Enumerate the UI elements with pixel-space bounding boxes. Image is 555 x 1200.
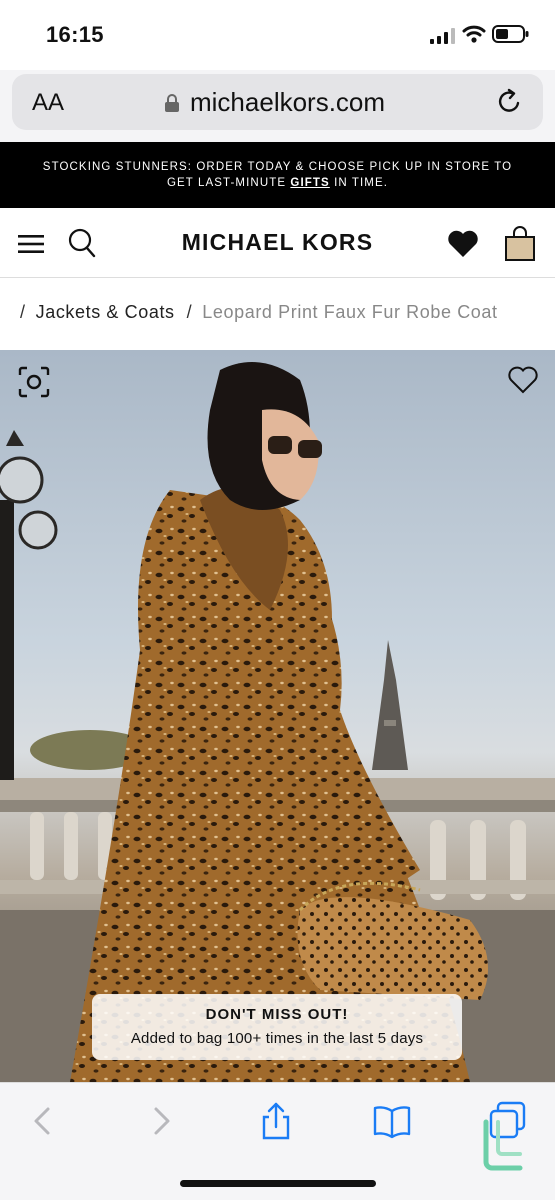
product-photo (0, 362, 555, 1082)
promo-line-2-end: IN TIME. (329, 177, 389, 189)
promo-line-2: GET LAST-MINUTE GIFTS IN TIME. (0, 175, 555, 191)
breadcrumb-separator: / (186, 302, 193, 322)
breadcrumb-item-current: Leopard Print Faux Fur Robe Coat (202, 302, 498, 322)
text-size-button[interactable]: AA (32, 89, 64, 117)
popularity-toast: DON'T MISS OUT! Added to bag 100+ times … (92, 994, 462, 1060)
heart-outline-icon[interactable] (508, 366, 538, 394)
app-watermark-icon (483, 1119, 523, 1171)
breadcrumb: / Jackets & Coats / Leopard Print Faux Fur … (0, 278, 555, 348)
book-icon[interactable] (372, 1101, 412, 1141)
url-domain[interactable]: michaelkors.com (190, 87, 385, 118)
heart-icon[interactable] (447, 230, 479, 258)
shopping-bag-icon[interactable] (504, 226, 536, 262)
battery-icon (492, 25, 529, 43)
toast-message: Added to bag 100+ times in the last 5 da… (130, 1030, 424, 1047)
lock-icon (165, 94, 179, 112)
breadcrumb-item-jackets[interactable]: Jackets & Coats (36, 302, 175, 322)
visual-search-icon[interactable] (18, 366, 50, 398)
promo-banner: STOCKING STUNNERS: ORDER TODAY & CHOOSE … (0, 142, 555, 208)
breadcrumb-separator: / (20, 302, 26, 322)
status-bar: 16:15 (0, 0, 555, 70)
wifi-icon (462, 25, 486, 43)
back-icon[interactable] (24, 1101, 64, 1141)
toast-title: DON'T MISS OUT! (205, 1006, 349, 1023)
address-bar[interactable]: AA michaelkors.com (12, 74, 543, 130)
home-indicator (180, 1180, 376, 1187)
gifts-link[interactable]: GIFTS (290, 177, 329, 189)
status-time: 16:15 (46, 22, 104, 47)
promo-line-1: STOCKING STUNNERS: ORDER TODAY & CHOOSE … (42, 161, 513, 173)
product-image[interactable]: DON'T MISS OUT! Added to bag 100+ times … (0, 350, 555, 1082)
reload-icon[interactable] (496, 88, 524, 116)
browser-address-area: AA michaelkors.com (0, 70, 555, 142)
share-icon[interactable] (256, 1101, 296, 1141)
promo-line-2-text: GET LAST-MINUTE (166, 177, 291, 189)
site-header: MICHAEL KORS (0, 208, 555, 278)
cellular-signal-icon (430, 28, 455, 44)
forward-icon[interactable] (140, 1101, 180, 1141)
